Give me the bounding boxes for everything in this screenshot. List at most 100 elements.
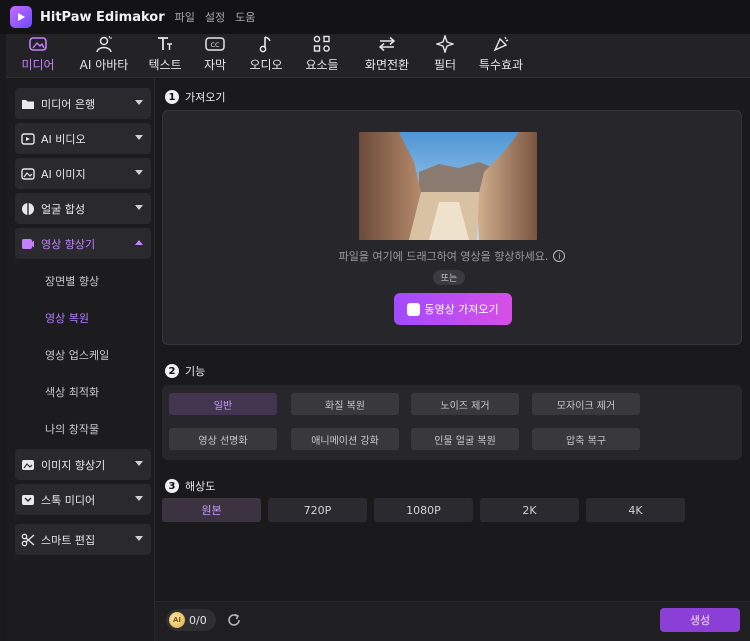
sidebar-item-label: 미디어 은행 — [41, 97, 96, 111]
option-mosaic-removal[interactable]: 모자이크 제거 — [532, 393, 640, 415]
option-quality-restore[interactable]: 화질 복원 — [291, 393, 399, 415]
video-enhance-icon — [21, 237, 35, 251]
tab-filters[interactable]: 필터 — [424, 33, 466, 77]
tab-transitions-label: 화면전환 — [364, 58, 410, 72]
tab-audio-label: 오디오 — [249, 58, 283, 72]
or-badge: 또는 — [433, 270, 465, 285]
tab-captions[interactable]: CC 자막 — [192, 33, 238, 77]
tab-media[interactable]: 미디어 — [6, 33, 70, 77]
step-2-badge: 2 — [165, 364, 179, 378]
menu-help[interactable]: 도움 — [235, 9, 255, 25]
resolution-title: 해상도 — [185, 480, 216, 493]
sidebar-item-face-swap[interactable]: 얼굴 합성 — [15, 193, 151, 224]
folder-icon — [21, 97, 35, 111]
drop-hint-text: 파일을 여기에 드래그하여 영상을 향상하세요. — [338, 250, 549, 263]
menu-settings[interactable]: 설정 — [205, 9, 225, 25]
chevron-up-icon — [135, 240, 143, 245]
sub-item-color-optimize[interactable]: 색상 최적화 — [45, 384, 99, 400]
tab-ai-avatar-label: AI 아바타 — [79, 58, 129, 72]
sidebar-item-label: AI 이미지 — [41, 167, 86, 181]
refresh-icon[interactable] — [226, 612, 242, 628]
option-general[interactable]: 일반 — [169, 393, 277, 415]
sidebar-item-stock-media[interactable]: 스톡 미디어 — [15, 484, 151, 515]
sub-item-my-creations[interactable]: 나의 창작물 — [45, 421, 99, 437]
avatar-icon — [95, 34, 113, 54]
sidebar-item-smart-edit[interactable]: 스마트 편집 — [15, 524, 151, 555]
resolution-720p[interactable]: 720P — [268, 498, 367, 522]
sub-item-video-upscale[interactable]: 영상 업스케일 — [45, 347, 109, 363]
credits-counter: AI 0/0 — [166, 609, 216, 631]
effects-icon — [492, 34, 510, 54]
import-title: 가져오기 — [185, 91, 226, 104]
tab-transitions[interactable]: 화면전환 — [350, 33, 424, 77]
tab-audio[interactable]: 오디오 — [238, 33, 294, 77]
sub-item-video-restore[interactable]: 영상 복원 — [45, 310, 89, 326]
sidebar-item-video-enhancer[interactable]: 영상 향상기 — [15, 228, 151, 259]
chevron-down-icon — [135, 135, 143, 140]
import-video-label: 동영상 가져오기 — [424, 303, 499, 316]
tab-ai-avatar[interactable]: AI 아바타 — [70, 33, 138, 77]
chevron-down-icon — [135, 100, 143, 105]
media-icon — [29, 34, 47, 54]
sub-item-scene-enhance[interactable]: 장면별 향상 — [45, 273, 99, 289]
tab-text[interactable]: 텍스트 — [138, 33, 192, 77]
resolution-1080p[interactable]: 1080P — [374, 498, 473, 522]
resolution-options: 원본 720P 1080P 2K 4K — [162, 498, 742, 524]
step-3-badge: 3 — [165, 479, 179, 493]
tab-elements[interactable]: 요소들 — [294, 33, 350, 77]
option-anime-enhance[interactable]: 애니메이션 강화 — [291, 428, 399, 450]
function-options-panel: 일반 화질 복원 노이즈 제거 모자이크 제거 영상 선명화 애니메이션 강화 … — [162, 385, 742, 460]
import-video-button[interactable]: 동영상 가져오기 — [394, 293, 512, 325]
title-bar: HitPaw Edimakor 파일 설정 도움 — [0, 0, 750, 34]
filter-icon — [436, 34, 454, 54]
sidebar-item-label: 얼굴 합성 — [41, 202, 85, 216]
sidebar-item-media-bank[interactable]: 미디어 은행 — [15, 88, 151, 119]
video-thumbnail — [359, 132, 537, 240]
function-title: 기능 — [185, 365, 206, 378]
sidebar-item-label: AI 비디오 — [41, 132, 86, 146]
sidebar-item-image-enhancer[interactable]: 이미지 향상기 — [15, 449, 151, 480]
option-sharpen[interactable]: 영상 선명화 — [169, 428, 277, 450]
tab-filters-label: 필터 — [433, 58, 457, 72]
main-toolbar: 미디어 AI 아바타 텍스트 CC 자막 오디오 요소들 화면전환 필터 특수효… — [6, 34, 750, 78]
stock-media-icon — [21, 493, 35, 507]
option-denoise[interactable]: 노이즈 제거 — [411, 393, 519, 415]
generate-button[interactable]: 생성 — [660, 608, 740, 632]
app-title: HitPaw Edimakor — [40, 9, 165, 25]
add-video-icon — [407, 302, 421, 316]
text-icon — [156, 34, 174, 54]
sidebar-item-label: 이미지 향상기 — [41, 458, 106, 472]
drop-hint: 파일을 여기에 드래그하여 영상을 향상하세요. i — [163, 248, 741, 264]
bottom-bar: AI 0/0 생성 — [155, 601, 750, 641]
menu-bar: 파일 설정 도움 — [175, 9, 266, 25]
sidebar-item-ai-image[interactable]: AI 이미지 — [15, 158, 151, 189]
tab-elements-label: 요소들 — [305, 58, 339, 72]
chevron-down-icon — [135, 461, 143, 466]
chevron-down-icon — [135, 205, 143, 210]
option-face-restore[interactable]: 인물 얼굴 복원 — [411, 428, 519, 450]
ai-image-icon — [21, 167, 35, 181]
function-section-title: 2 기능 — [165, 363, 205, 379]
resolution-original[interactable]: 원본 — [162, 498, 261, 522]
image-enhance-icon — [21, 458, 35, 472]
chevron-down-icon — [135, 170, 143, 175]
resolution-section-title: 3 해상도 — [165, 478, 215, 494]
svg-text:CC: CC — [210, 41, 220, 49]
ai-video-icon — [21, 132, 35, 146]
step-1-badge: 1 — [165, 90, 179, 104]
scissors-icon — [21, 533, 35, 547]
transition-icon — [377, 34, 397, 54]
tab-effects[interactable]: 특수효과 — [466, 33, 536, 77]
tab-media-label: 미디어 — [21, 58, 55, 72]
chevron-down-icon — [135, 536, 143, 541]
info-icon[interactable]: i — [553, 250, 566, 262]
face-swap-icon — [21, 202, 35, 216]
drop-zone[interactable]: 파일을 여기에 드래그하여 영상을 향상하세요. i 또는 동영상 가져오기 — [162, 110, 742, 345]
main-panel: 1 가져오기 파일을 여기에 드래그하여 영상을 향상하세요. i 또는 동영상… — [155, 78, 750, 641]
resolution-4k[interactable]: 4K — [586, 498, 685, 522]
option-compression-repair[interactable]: 압축 복구 — [532, 428, 640, 450]
caption-icon: CC — [205, 34, 225, 54]
menu-file[interactable]: 파일 — [175, 9, 195, 25]
sidebar-item-ai-video[interactable]: AI 비디오 — [15, 123, 151, 154]
resolution-2k[interactable]: 2K — [480, 498, 579, 522]
